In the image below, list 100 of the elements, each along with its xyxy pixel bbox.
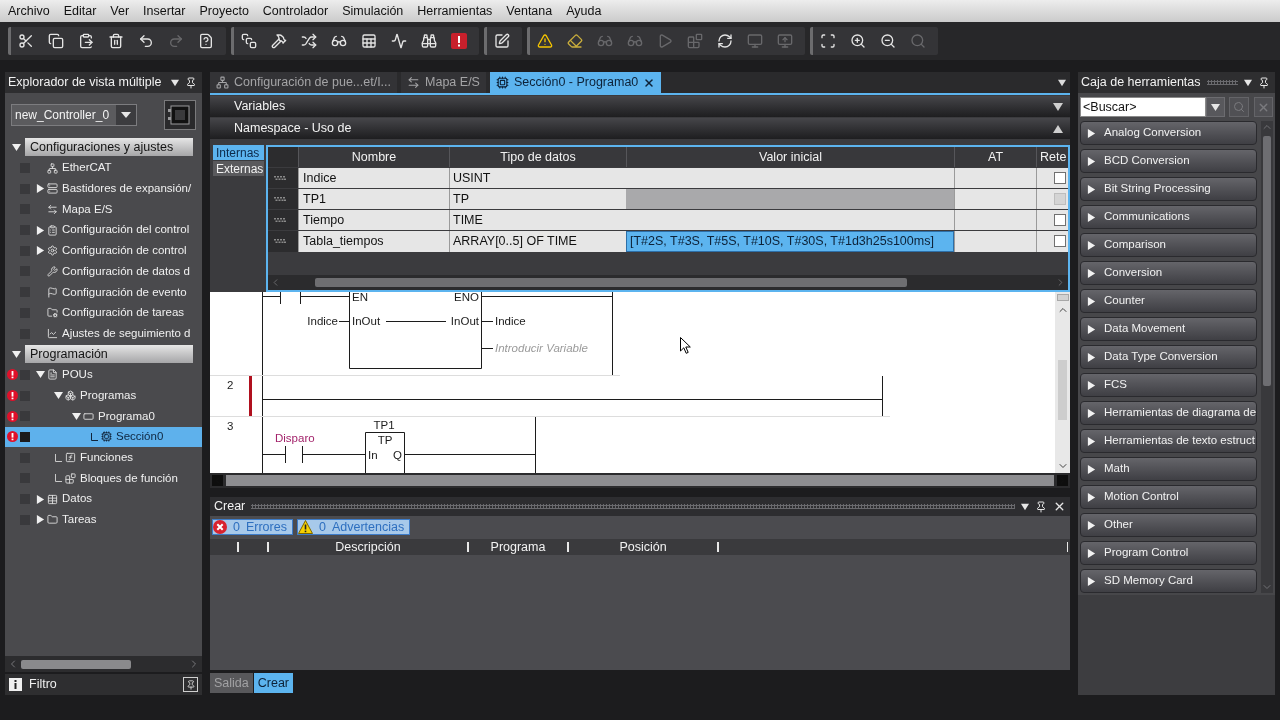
scan-frame-icon[interactable] [820, 33, 836, 49]
row-handle[interactable] [268, 231, 298, 252]
window-stack-icon[interactable] [241, 33, 257, 49]
scrollbar-thumb[interactable] [315, 278, 907, 287]
document-tab[interactable]: Configuración de pue...et/I... [210, 72, 398, 93]
shuffle-icon[interactable] [301, 33, 317, 49]
tree-item[interactable]: POUs [5, 364, 202, 386]
zoom-in-icon[interactable] [850, 33, 866, 49]
checkbox[interactable] [1054, 235, 1066, 248]
vertical-scrollbar[interactable] [1055, 292, 1070, 473]
caret-right-icon[interactable] [36, 494, 45, 504]
dropdown-button[interactable] [1206, 97, 1226, 117]
caret-down-icon[interactable] [171, 78, 179, 87]
eraser-icon[interactable] [567, 33, 583, 49]
caret-down-icon[interactable] [1058, 78, 1066, 87]
binoculars-icon[interactable] [421, 33, 437, 49]
tree-item[interactable]: Funciones [5, 447, 202, 468]
column-header[interactable]: Valor inicial [626, 147, 954, 167]
menu-item[interactable]: Insertar [136, 0, 193, 22]
caret-down-icon[interactable] [12, 142, 21, 152]
caret-right-icon[interactable] [36, 246, 45, 256]
caret-down-icon[interactable] [72, 411, 81, 421]
category-button[interactable]: Comparison [1080, 233, 1257, 257]
glasses-icon[interactable] [331, 33, 347, 49]
menu-item[interactable]: Proyecto [192, 0, 256, 22]
contact-symbol[interactable] [285, 445, 303, 464]
copy-icon[interactable] [48, 33, 64, 49]
column-header[interactable]: Nombre [298, 147, 449, 167]
menu-item[interactable]: Archivo [1, 0, 57, 22]
hammer-icon[interactable] [271, 33, 287, 49]
scrollbar-thumb[interactable] [1058, 360, 1067, 420]
alert-square-icon[interactable] [451, 33, 467, 49]
section-bar[interactable]: Namespace - Uso de [210, 118, 1070, 139]
caret-down-icon[interactable] [1244, 78, 1252, 87]
menu-item[interactable]: Simulación [335, 0, 411, 22]
caret-down-icon[interactable] [12, 349, 21, 359]
row-handle[interactable] [268, 189, 298, 209]
vertical-scrollbar[interactable] [1261, 121, 1273, 593]
help-icon[interactable] [198, 33, 214, 49]
category-button[interactable]: SD Memory Card [1080, 569, 1257, 593]
section-bar[interactable]: Variables [210, 96, 1070, 117]
scope-tab[interactable]: Externas [213, 161, 264, 176]
table-icon[interactable] [361, 33, 377, 49]
caret-down-icon[interactable] [1021, 502, 1029, 511]
section-header[interactable]: Configuraciones y ajustes [25, 138, 193, 157]
tree-item[interactable]: Sección0 [5, 426, 202, 448]
controller-dropdown[interactable]: new_Controller_0 [11, 104, 137, 126]
scope-tab[interactable]: Internas [213, 145, 264, 160]
square-pen-icon[interactable] [494, 33, 510, 49]
scrollbar-thumb[interactable] [226, 475, 1054, 486]
category-button[interactable]: Motion Control [1080, 485, 1257, 509]
tree-item[interactable]: Mapa E/S [5, 199, 202, 220]
contact-symbol[interactable] [280, 292, 301, 305]
category-button[interactable]: Herramientas de diagrama de [1080, 401, 1257, 425]
category-button[interactable]: Program Control [1080, 541, 1257, 565]
document-tab[interactable]: Sección0 - Programa0 [489, 72, 662, 93]
caret-down-icon[interactable] [54, 391, 63, 401]
table-cell[interactable] [626, 210, 954, 230]
category-button[interactable]: FCS [1080, 373, 1257, 397]
section-header[interactable]: Programación [25, 345, 193, 364]
category-button[interactable]: Bit String Processing [1080, 177, 1257, 201]
table-cell[interactable] [626, 168, 954, 188]
table-cell[interactable]: [T#2S, T#3S, T#5S, T#10S, T#30S, T#1d3h25s100ms] [626, 231, 954, 252]
close-icon[interactable] [1053, 500, 1066, 513]
scrollbar-thumb[interactable] [1263, 136, 1271, 386]
tree-item[interactable]: Programa0 [5, 405, 202, 427]
category-button[interactable]: Communications [1080, 205, 1257, 229]
tree-item[interactable]: Bastidores de expansión/ [5, 178, 202, 200]
pin-icon[interactable] [1258, 76, 1270, 89]
category-button[interactable]: Other [1080, 513, 1257, 537]
warning-icon[interactable] [537, 33, 553, 49]
function-block[interactable] [365, 432, 405, 473]
category-button[interactable]: Data Type Conversion [1080, 345, 1257, 369]
column-header[interactable]: Programa [490, 537, 546, 557]
refresh-icon[interactable] [717, 33, 733, 49]
tree-item[interactable]: Configuración de evento [5, 281, 202, 303]
controller-icon[interactable] [164, 100, 196, 130]
menu-item[interactable]: Ver [103, 0, 137, 22]
horizontal-scrollbar[interactable] [5, 656, 202, 672]
horizontal-scrollbar[interactable] [210, 473, 1070, 488]
row-handle[interactable] [268, 168, 298, 188]
close-icon[interactable] [643, 76, 656, 89]
horizontal-scrollbar[interactable] [268, 275, 1068, 290]
menu-item[interactable]: Ventana [499, 0, 560, 22]
caret-right-icon[interactable] [36, 184, 45, 194]
tree-item[interactable]: Configuración de control [5, 240, 202, 262]
document-tab[interactable]: Mapa E/S [401, 72, 486, 93]
column-header[interactable]: Rete [1036, 147, 1068, 167]
menu-item[interactable]: Herramientas [410, 0, 500, 22]
category-button[interactable]: Conversion [1080, 261, 1257, 285]
tree-item[interactable]: Bloques de función [5, 468, 202, 489]
scissors-icon[interactable] [18, 33, 34, 49]
tree-item[interactable]: Configuración de datos d [5, 261, 202, 282]
category-button[interactable]: Math [1080, 457, 1257, 481]
menu-item[interactable]: Editar [56, 0, 104, 22]
checkbox[interactable] [1054, 172, 1066, 184]
zoom-out-icon[interactable] [880, 33, 896, 49]
tree-item[interactable]: Ajustes de seguimiento d [5, 323, 202, 344]
tree-item[interactable]: Configuración del control [5, 219, 202, 241]
caret-right-icon[interactable] [36, 515, 45, 525]
